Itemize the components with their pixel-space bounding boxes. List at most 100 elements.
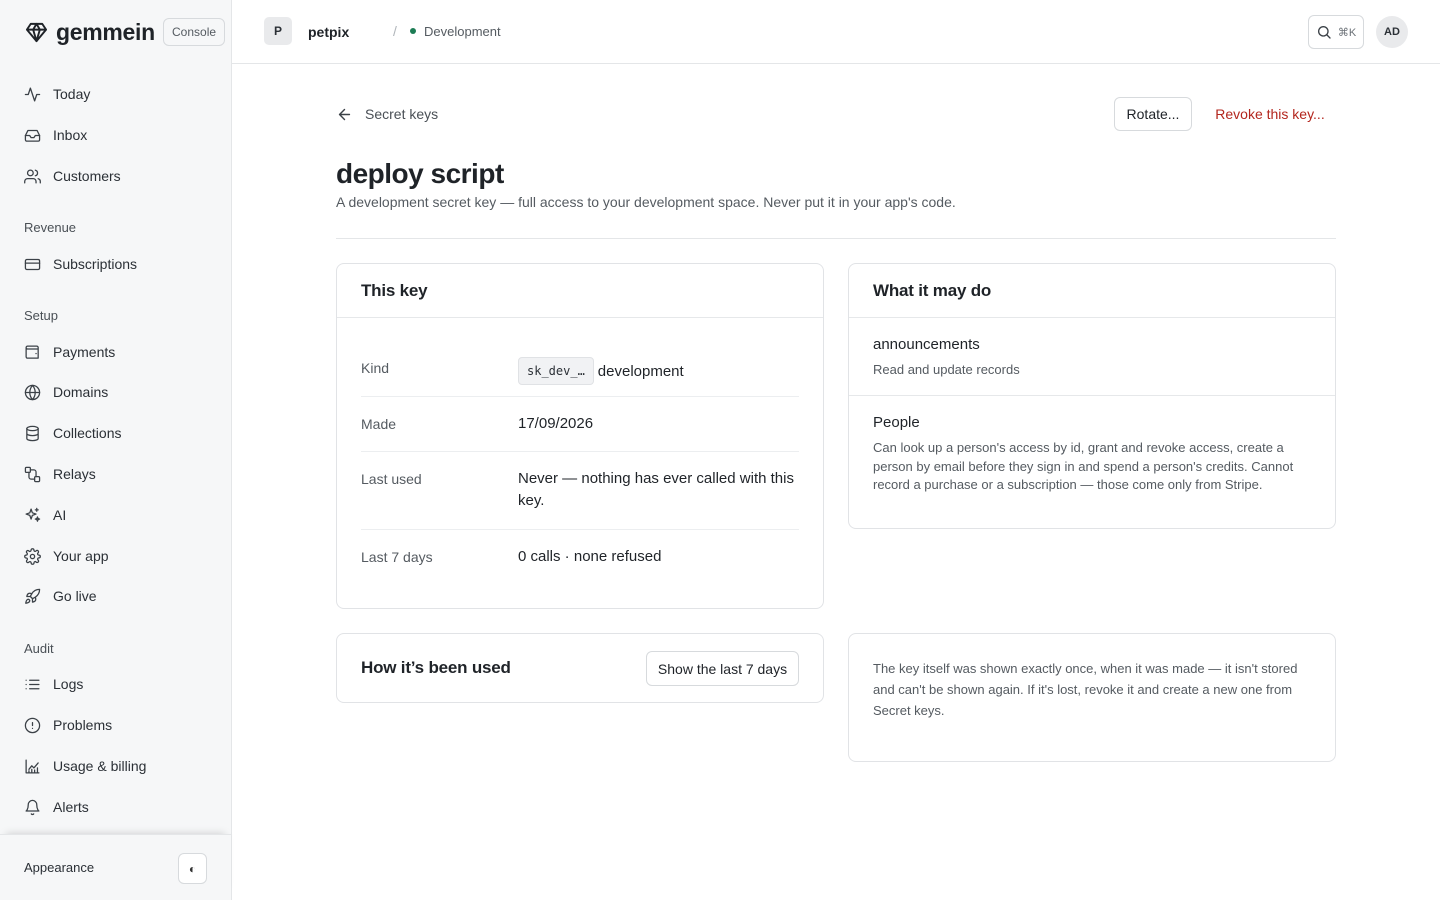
permission-item: announcements Read and update records [849, 336, 1335, 380]
nav-item-label: Today [53, 86, 91, 102]
nav-item-label: Customers [53, 168, 121, 184]
nav-item-usage-billing[interactable]: Usage & billing [16, 749, 216, 783]
bell-icon [25, 799, 40, 815]
sparkles-icon [25, 507, 41, 522]
rocket-icon [25, 588, 41, 604]
inbox-icon [24, 129, 41, 142]
detail-row-kind: Kind sk_dev_… development [361, 344, 799, 397]
rotate-button[interactable]: Rotate... [1114, 97, 1192, 131]
nav-item-go-live[interactable]: Go live [16, 579, 216, 613]
nav-item-label: Alerts [53, 799, 89, 815]
page-subtitle: A development secret key — full access t… [336, 194, 956, 210]
detail-label: Made [361, 416, 397, 432]
user-avatar[interactable]: AD [1376, 16, 1408, 48]
header-divider [336, 238, 1336, 239]
usage-card: How it’s been used Show the last 7 days [336, 633, 824, 703]
environment-status-dot [410, 28, 416, 34]
key-note-card: The key itself was shown exactly once, w… [848, 633, 1336, 762]
nav-item-customers[interactable]: Customers [16, 159, 216, 193]
permission-description: Read and update records [873, 362, 1020, 377]
nav-item-label: Relays [53, 466, 96, 482]
nav-item-your-app[interactable]: Your app [16, 539, 216, 573]
nav-section-setup: Setup [24, 308, 58, 323]
back-link-label: Secret keys [365, 106, 439, 122]
nav-section-audit: Audit [24, 641, 54, 656]
nav-item-inbox[interactable]: Inbox [16, 118, 216, 152]
appearance-label: Appearance [24, 860, 95, 875]
nav-section-revenue: Revenue [24, 220, 77, 235]
permissions-card: What it may do announcements Read and up… [848, 263, 1336, 529]
search-button[interactable]: ⌘K [1308, 15, 1364, 49]
page-title: deploy script [336, 158, 504, 189]
nav-item-label: AI [53, 507, 67, 523]
permission-description: Can look up a person's access by id, gra… [873, 440, 1294, 492]
permission-name: announcements [873, 336, 980, 353]
detail-value: Never — nothing has ever called with thi… [518, 470, 794, 509]
nav-item-problems[interactable]: Problems [16, 708, 216, 742]
breadcrumb-separator: / [393, 23, 397, 39]
nav-item-label: Your app [53, 548, 109, 564]
detail-value: 17/09/2026 [518, 415, 594, 432]
sidebar-footer: Appearance ◐ [0, 834, 231, 900]
route-icon [24, 466, 41, 482]
nav-item-label: Collections [53, 425, 122, 441]
database-icon [26, 425, 39, 441]
back-to-secret-keys-link[interactable]: Secret keys [336, 104, 438, 124]
activity-icon [24, 86, 41, 102]
detail-label: Last used [361, 471, 422, 487]
key-prefix-chip: sk_dev_… [518, 357, 594, 385]
nav-item-ai[interactable]: AI [16, 498, 216, 532]
project-avatar[interactable]: P [264, 17, 292, 45]
nav-item-domains[interactable]: Domains [16, 375, 216, 409]
nav-item-relays[interactable]: Relays [16, 457, 216, 491]
chart-icon [25, 758, 40, 774]
permission-name: People [873, 414, 920, 431]
show-last-7-days-button[interactable]: Show the last 7 days [646, 651, 799, 686]
brand-name: gemmein [56, 18, 155, 45]
sidebar: gemmein Console Today Inbox Customers Re… [0, 0, 232, 900]
environment-switcher[interactable]: Development [424, 24, 501, 39]
nav-item-collections[interactable]: Collections [16, 416, 216, 450]
key-kind-value: development [597, 363, 684, 380]
nav-item-label: Subscriptions [53, 256, 138, 272]
list-icon [25, 679, 40, 689]
globe-icon [24, 384, 41, 400]
alert-circle-icon [24, 717, 41, 733]
detail-row-last-7-days: Last 7 days 0 calls · none refused [361, 530, 799, 585]
nav-item-label: Go live [53, 588, 97, 604]
users-icon [24, 168, 41, 184]
permission-item: People Can look up a person's access by … [849, 414, 1335, 495]
detail-label: Last 7 days [361, 549, 433, 565]
arrow-left-icon [338, 108, 351, 120]
nav-item-label: Logs [53, 676, 84, 692]
nav-item-today[interactable]: Today [16, 77, 216, 111]
credit-card-icon [24, 258, 41, 270]
nav-item-alerts[interactable]: Alerts [16, 790, 216, 824]
detail-label: Kind [361, 360, 390, 376]
card-title: What it may do [849, 264, 1335, 318]
card-title: This key [337, 264, 823, 318]
gear-icon [24, 547, 41, 565]
project-switcher[interactable]: petpix [308, 24, 349, 40]
nav-item-label: Domains [53, 384, 109, 400]
nav-item-label: Payments [53, 344, 116, 360]
revoke-key-button[interactable]: Revoke this key... [1204, 97, 1336, 131]
nav-item-label: Usage & billing [53, 758, 147, 774]
console-badge[interactable]: Console [163, 18, 226, 46]
permission-divider [849, 395, 1335, 396]
top-bar: P petpix / Development ⌘K AD [232, 0, 1440, 64]
nav-item-label: Problems [53, 717, 113, 733]
search-icon [1317, 26, 1331, 39]
detail-value: 0 calls · none refused [518, 548, 662, 565]
nav-item-logs[interactable]: Logs [16, 667, 216, 701]
nav-item-subscriptions[interactable]: Subscriptions [16, 247, 216, 281]
search-shortcut: ⌘K [1337, 26, 1357, 39]
diamond-logo-icon [24, 20, 48, 44]
nav-item-payments[interactable]: Payments [16, 335, 216, 369]
key-note-text: The key itself was shown exactly once, w… [873, 661, 1298, 718]
detail-row-made: Made 17/09/2026 [361, 397, 799, 452]
wallet-icon [25, 344, 39, 359]
nav-item-label: Inbox [53, 127, 88, 143]
brand[interactable]: gemmein [24, 16, 155, 48]
theme-toggle-icon[interactable]: ◐ [178, 853, 207, 884]
